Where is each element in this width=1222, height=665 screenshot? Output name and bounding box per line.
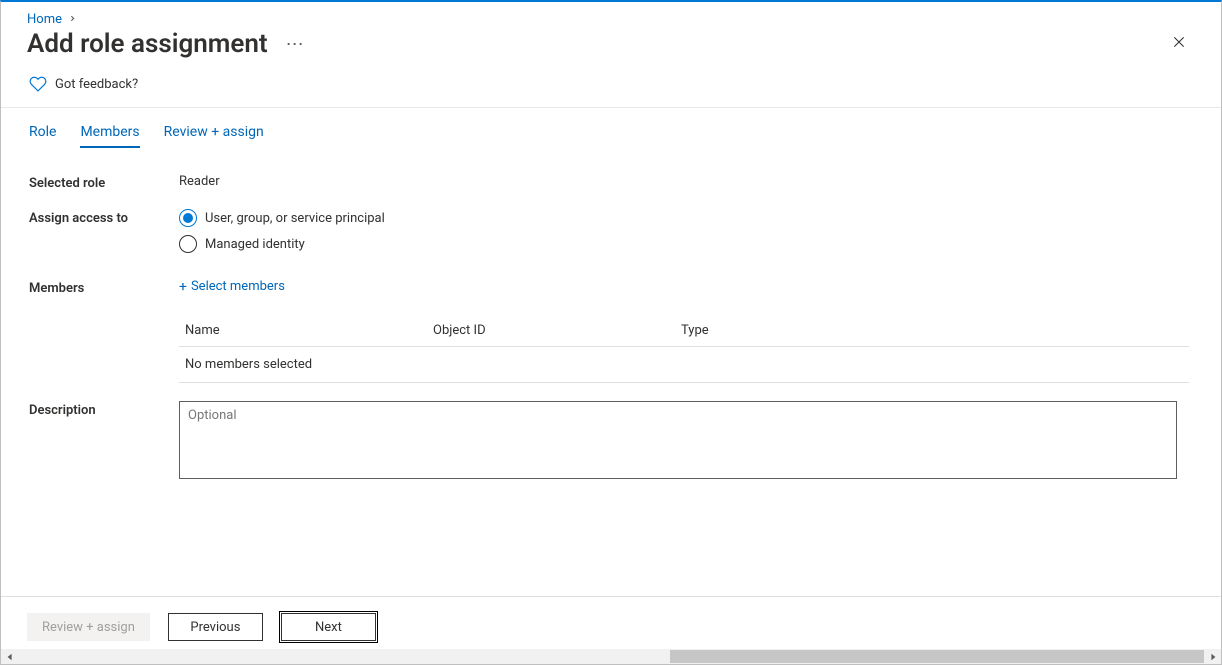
tab-members[interactable]: Members bbox=[80, 124, 139, 148]
tabs: Role Members Review + assign bbox=[1, 108, 1221, 148]
select-members-text: Select members bbox=[191, 279, 285, 294]
radio-icon bbox=[179, 235, 197, 253]
feedback-text: Got feedback? bbox=[55, 77, 138, 92]
radio-icon bbox=[179, 209, 197, 227]
review-assign-button: Review + assign bbox=[27, 613, 150, 641]
members-label: Members bbox=[29, 279, 179, 296]
tab-review-assign[interactable]: Review + assign bbox=[164, 124, 264, 148]
assign-access-label: Assign access to bbox=[29, 209, 179, 226]
chevron-right-icon bbox=[68, 12, 77, 27]
col-header-name: Name bbox=[185, 323, 433, 338]
footer-actions: Review + assign Previous Next bbox=[1, 596, 1221, 649]
members-form: Selected role Reader Assign access to Us… bbox=[1, 148, 1221, 521]
description-input[interactable] bbox=[179, 401, 1177, 479]
heart-icon bbox=[29, 75, 47, 93]
radio-label: User, group, or service principal bbox=[205, 211, 385, 226]
members-table: Name Object ID Type No members selected bbox=[179, 315, 1189, 383]
col-header-type: Type bbox=[681, 323, 1183, 338]
close-button[interactable] bbox=[1163, 30, 1195, 59]
radio-managed-identity[interactable]: Managed identity bbox=[179, 235, 1189, 253]
select-members-link[interactable]: + Select members bbox=[179, 279, 285, 294]
plus-icon: + bbox=[179, 280, 187, 294]
tab-role[interactable]: Role bbox=[29, 124, 56, 148]
breadcrumb-home-link[interactable]: Home bbox=[27, 12, 62, 27]
feedback-bar[interactable]: Got feedback? bbox=[1, 69, 1221, 108]
next-button[interactable]: Next bbox=[281, 613, 376, 641]
breadcrumb: Home bbox=[1, 2, 1221, 27]
radio-user-group-service-principal[interactable]: User, group, or service principal bbox=[179, 209, 1189, 227]
selected-role-label: Selected role bbox=[29, 174, 179, 191]
previous-button[interactable]: Previous bbox=[168, 613, 263, 641]
more-actions-button[interactable]: ⋯ bbox=[286, 34, 305, 55]
selected-role-value: Reader bbox=[179, 174, 1189, 189]
page-header: Add role assignment ⋯ bbox=[1, 27, 1221, 69]
page-title: Add role assignment bbox=[27, 29, 268, 59]
radio-label: Managed identity bbox=[205, 237, 305, 252]
members-empty-text: No members selected bbox=[185, 357, 312, 372]
description-label: Description bbox=[29, 401, 179, 418]
content-scroll-area[interactable]: Role Members Review + assign Selected ro… bbox=[1, 108, 1221, 553]
horizontal-scrollbar[interactable] bbox=[1, 649, 1221, 664]
col-header-object-id: Object ID bbox=[433, 323, 681, 338]
scroll-right-icon[interactable] bbox=[1204, 649, 1221, 664]
scroll-left-icon[interactable] bbox=[1, 649, 18, 664]
scrollbar-thumb[interactable] bbox=[670, 650, 1204, 663]
